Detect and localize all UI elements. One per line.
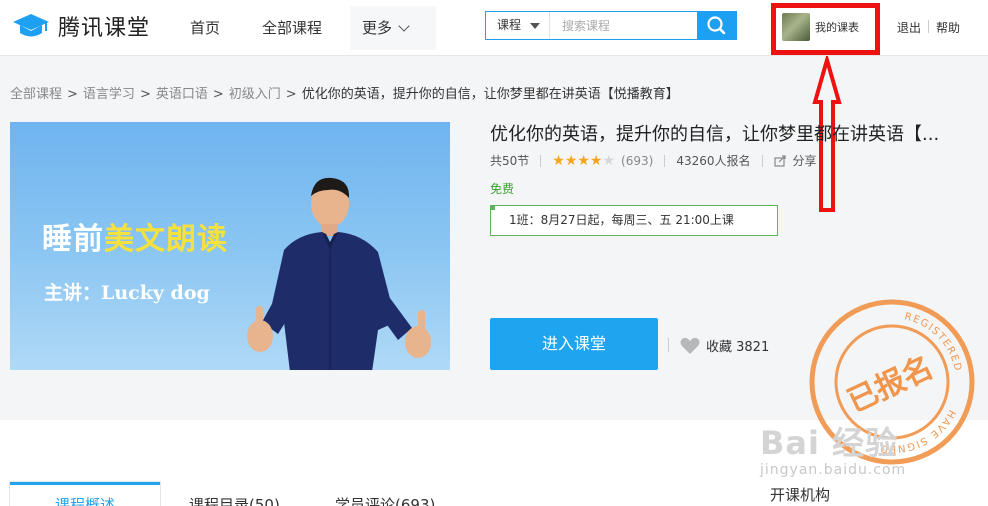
nav-home[interactable]: 首页 (170, 6, 240, 50)
class-schedule-option[interactable]: 1班：8月27日起，每周三、五 21:00上课 (490, 205, 778, 236)
watermark-logo: Bai 经验 (760, 424, 899, 462)
divider (664, 154, 666, 167)
search-category-select[interactable]: 课程 (486, 12, 550, 39)
annotation-highlight-box (771, 3, 880, 55)
favorite-button[interactable]: 收藏 3821 (680, 336, 769, 355)
tab-reviews[interactable]: 学员评论(693) (335, 494, 435, 506)
breadcrumb-item[interactable]: 初级入门 (229, 87, 281, 102)
divider (928, 20, 929, 33)
cover-title: 睡前美文朗读 (42, 214, 228, 258)
stamp-text: 已报名 (842, 350, 938, 420)
enrolled-count: 43260人报名 (676, 154, 751, 168)
watermark-url: jingyan.baidu.com (760, 462, 907, 478)
institution-heading: 开课机构 (770, 486, 831, 504)
cover-title-part2: 美文朗读 (104, 222, 228, 257)
tab-overview[interactable]: 课程概述 (10, 482, 160, 506)
graduation-cap-icon (13, 14, 49, 37)
search-button[interactable] (697, 11, 737, 40)
logout-link[interactable]: 退出 (897, 19, 921, 36)
course-cover-image[interactable]: 睡前美文朗读 主讲：Lucky dog (10, 122, 450, 370)
search-category-label: 课程 (497, 18, 522, 32)
divider (540, 154, 542, 167)
breadcrumb-separator: > (285, 87, 297, 102)
price-label: 免费 (490, 182, 515, 196)
help-link[interactable]: 帮助 (936, 19, 960, 36)
review-count[interactable]: (693) (621, 154, 653, 168)
heart-icon (680, 337, 700, 354)
breadcrumb-item[interactable]: 语言学习 (83, 87, 135, 102)
breadcrumb-current: 优化你的英语，提升你的自信，让你梦里都在讲英语【悦播教育】 (301, 87, 679, 102)
breadcrumb-item[interactable]: 英语口语 (156, 87, 208, 102)
caret-down-icon (530, 23, 540, 29)
breadcrumb-separator: > (67, 87, 78, 102)
search-input[interactable] (552, 12, 698, 39)
nav-more[interactable]: 更多 (350, 6, 436, 50)
divider (668, 338, 669, 352)
course-meta: 共50节 ★★★★★ (693) 43260人报名 分享 (490, 152, 817, 169)
lecturer-photo (247, 177, 431, 370)
breadcrumb-separator: > (212, 87, 224, 102)
breadcrumb-separator: > (139, 87, 151, 102)
cover-title-part1: 睡前 (42, 222, 104, 257)
breadcrumb-item[interactable]: 全部课程 (10, 87, 62, 102)
course-title: 优化你的英语，提升你的自信，让你梦里都在讲英语【... (490, 124, 940, 145)
enter-classroom-button[interactable]: 进入课堂 (490, 318, 658, 370)
cover-lecturer: 主讲：Lucky dog (44, 282, 210, 304)
share-icon (773, 154, 786, 167)
search-bar: 课程 (485, 11, 737, 40)
nav-more-label: 更多 (362, 19, 393, 37)
lesson-count: 共50节 (490, 154, 530, 168)
rating-stars-icon: ★★★★★ (552, 152, 616, 169)
share-link[interactable]: 分享 (793, 152, 817, 169)
favorite-count: 收藏 3821 (706, 340, 770, 355)
tab-catalog[interactable]: 课程目录(50) (189, 494, 280, 506)
nav-all-courses[interactable]: 全部课程 (242, 6, 342, 50)
chevron-down-icon (398, 20, 410, 32)
top-header: 腾讯课堂 首页 全部课程 更多 课程 我的课表 退出 帮助 (0, 0, 988, 56)
logo[interactable]: 腾讯课堂 (12, 10, 150, 42)
breadcrumb: 全部课程 > 语言学习 > 英语口语 > 初级入门 > 优化你的英语，提升你的自信，让你梦里都在… (10, 83, 679, 102)
search-icon (707, 16, 726, 35)
divider (761, 154, 763, 167)
logo-text: 腾讯课堂 (58, 16, 151, 41)
